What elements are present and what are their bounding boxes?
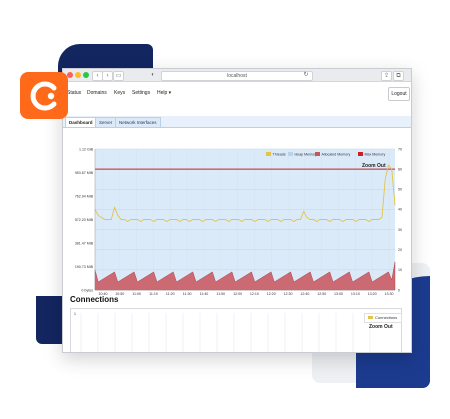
legend-swatch <box>288 152 293 156</box>
nav-domains[interactable]: Domains <box>87 90 107 96</box>
y-right-tick-label: 10 <box>398 268 402 272</box>
x-tick-label: 12:20 <box>267 292 276 295</box>
tab-server[interactable]: Server <box>95 117 117 127</box>
legend-label: Threads <box>273 152 286 156</box>
chevron-right-icon: › <box>106 73 109 79</box>
tab-dashboard[interactable]: Dashboard <box>65 117 97 127</box>
nav-status[interactable]: Status <box>67 90 81 96</box>
connections-chart: 1 Connections Zoom Out <box>70 308 402 352</box>
x-tick-label: 11:40 <box>200 292 209 295</box>
y-right-tick-label: 20 <box>398 248 402 252</box>
reload-icon[interactable]: ↻ <box>303 71 309 79</box>
close-window-button[interactable] <box>67 72 73 78</box>
x-tick-label: 12:40 <box>300 292 309 295</box>
legend-swatch <box>315 152 320 156</box>
x-tick-label: 11:50 <box>216 292 225 295</box>
tab-network-interfaces[interactable]: Network Interfaces <box>115 117 161 127</box>
x-tick-label: 13:30 <box>385 292 394 295</box>
app-logo <box>20 72 68 119</box>
memory-threads-chart: 10:40 10:50 11:00 11:10 11:20 11:30 11:40 11:50… <box>75 147 402 295</box>
share-icon: ⇪ <box>383 73 390 79</box>
legend-swatch-connections <box>368 316 373 320</box>
x-tick-label: 11:30 <box>183 292 192 295</box>
legend-swatch <box>358 152 363 156</box>
sidebar-toggle-button[interactable]: ▭ <box>113 71 124 81</box>
share-button[interactable]: ⇪ <box>381 71 392 81</box>
y-right-tick-label: 50 <box>398 188 402 192</box>
x-tick-label: 11:00 <box>132 292 141 295</box>
nav-settings[interactable]: Settings <box>132 90 150 96</box>
y-left-tick-label: 190.73 MiB <box>75 265 94 269</box>
connections-zoom-out-button[interactable]: Zoom Out <box>369 324 393 330</box>
x-tick-label: 13:20 <box>368 292 377 295</box>
x-tick-label: 12:10 <box>250 292 259 295</box>
logout-button[interactable]: Logout <box>388 87 410 101</box>
x-tick-label: 11:20 <box>166 292 175 295</box>
legend-swatch <box>266 152 271 156</box>
legend-label: Allocated Memory <box>322 152 351 156</box>
decor-navy-left <box>36 296 62 344</box>
app-navbar: Status Domains Keys Settings Help ▾ <box>63 82 411 104</box>
legend-label: Max Memory <box>365 152 386 156</box>
nav-keys[interactable]: Keys <box>114 90 125 96</box>
connections-plot: 1 <box>74 312 371 352</box>
y-left-tick-label: 381.47 MiB <box>75 241 94 245</box>
x-tick-label: 12:50 <box>317 292 326 295</box>
y-left-tick-label: 953.67 MiB <box>75 171 94 175</box>
zoom-out-button[interactable]: Zoom Out <box>362 163 386 169</box>
sidebar-icon: ▭ <box>115 73 122 79</box>
x-tick-label: 12:30 <box>284 292 293 295</box>
nav-help[interactable]: Help ▾ <box>157 90 171 96</box>
legend-label: Heap Memory <box>295 152 318 156</box>
address-bar[interactable]: localhost <box>161 71 313 81</box>
x-tick-label: 11:10 <box>149 292 158 295</box>
connections-title: Connections <box>70 295 119 304</box>
browser-titlebar: ‹ › ▭ ◐ localhost ↻ ⇪ ⧉ <box>63 69 411 82</box>
y-left-tick-label: 0 bytes <box>81 288 93 292</box>
logo-c-icon <box>30 81 57 110</box>
connections-legend-label: Connections <box>375 315 398 320</box>
y-left-tick-label: 1.12 GiB <box>79 147 94 151</box>
x-tick-label: 12:00 <box>233 292 242 295</box>
shield-icon[interactable]: ◐ <box>149 71 157 79</box>
y-right-tick-label: 0 <box>398 288 400 292</box>
tab-bar: Dashboard Server Network Interfaces <box>63 116 411 128</box>
tabs-icon: ⧉ <box>396 73 401 79</box>
y-right-tick-label: 30 <box>398 228 402 232</box>
connections-y-tick: 1 <box>74 312 76 316</box>
connections-legend: Connections <box>364 313 402 323</box>
x-tick-label: 13:00 <box>334 292 343 295</box>
y-right-tick-label: 60 <box>398 167 402 171</box>
y-right-tick-label: 40 <box>398 208 402 212</box>
tabs-button[interactable]: ⧉ <box>393 71 404 81</box>
browser-window: ‹ › ▭ ◐ localhost ↻ ⇪ ⧉ Status Domains K… <box>62 68 412 353</box>
y-left-tick-label: 572.20 MiB <box>75 218 94 222</box>
chevron-left-icon: ‹ <box>96 73 99 79</box>
x-tick-label: 13:10 <box>351 292 360 295</box>
minimize-window-button[interactable] <box>75 72 81 78</box>
y-left-tick-label: 762.94 MiB <box>75 194 94 198</box>
url-text: localhost <box>227 73 247 79</box>
y-right-tick-label: 70 <box>398 147 402 151</box>
forward-button[interactable]: › <box>102 71 113 81</box>
maximize-window-button[interactable] <box>83 72 89 78</box>
